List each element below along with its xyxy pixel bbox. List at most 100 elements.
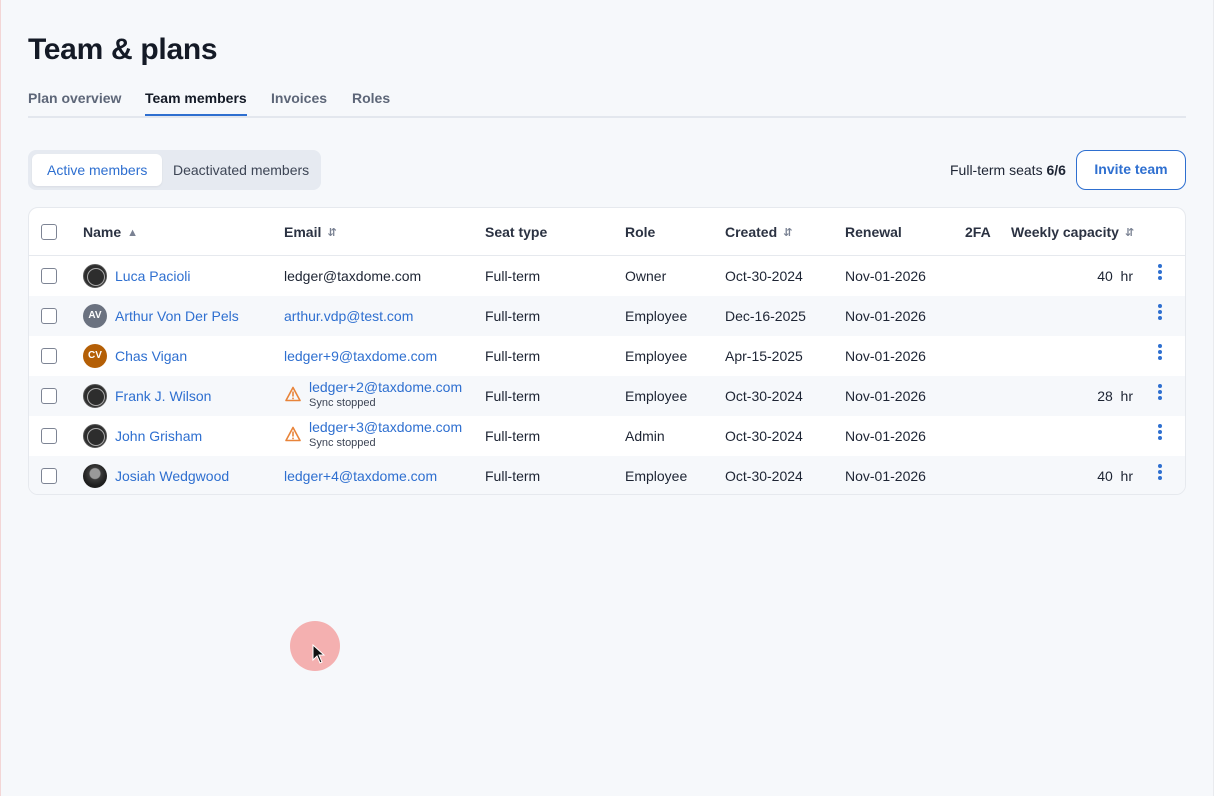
- member-role: Employee: [625, 348, 688, 364]
- avatar: CV: [83, 344, 107, 368]
- seat-counter: Full-term seats 6/6: [950, 162, 1066, 178]
- capacity-unit: hr: [1120, 268, 1133, 284]
- member-role: Employee: [625, 308, 688, 324]
- mouse-cursor-icon: [312, 644, 326, 664]
- column-renewal: Renewal: [845, 224, 902, 240]
- renewal-date: Nov-01-2026: [845, 348, 926, 364]
- tab-roles[interactable]: Roles: [352, 90, 390, 116]
- renewal-date: Nov-01-2026: [845, 468, 926, 484]
- row-checkbox[interactable]: [41, 388, 57, 404]
- member-email[interactable]: ledger+9@taxdome.com: [284, 348, 437, 364]
- member-name[interactable]: John Grisham: [115, 428, 202, 444]
- member-role: Employee: [625, 468, 688, 484]
- select-all-checkbox[interactable]: [41, 224, 57, 240]
- kebab-menu-icon[interactable]: [1155, 384, 1165, 404]
- warning-icon: [285, 386, 301, 402]
- member-role: Admin: [625, 428, 665, 444]
- row-checkbox[interactable]: [41, 268, 57, 284]
- active-members-button[interactable]: Active members: [32, 154, 163, 186]
- tab-bar: Plan overview Team members Invoices Role…: [28, 82, 1186, 118]
- capacity-unit: hr: [1120, 388, 1133, 404]
- row-checkbox[interactable]: [41, 468, 57, 484]
- warning-icon: [285, 426, 301, 442]
- seat-type: Full-term: [485, 268, 541, 284]
- weekly-capacity: 28 hr: [1097, 388, 1133, 404]
- renewal-date: Nov-01-2026: [845, 268, 926, 284]
- capacity-value: 40: [1097, 468, 1113, 484]
- tab-team-members[interactable]: Team members: [145, 90, 247, 116]
- column-created[interactable]: Created ⇵: [725, 224, 792, 240]
- table-row[interactable]: John Grisham ledger+3@taxdome.com Sync s…: [29, 416, 1185, 456]
- column-created-label: Created: [725, 224, 778, 240]
- member-email: ledger@taxdome.com: [284, 268, 422, 284]
- seat-counter-label: Full-term seats: [950, 162, 1043, 178]
- tab-invoices[interactable]: Invoices: [271, 90, 327, 116]
- seat-type: Full-term: [485, 388, 541, 404]
- member-email[interactable]: ledger+2@taxdome.com: [309, 379, 462, 395]
- row-checkbox[interactable]: [41, 348, 57, 364]
- member-name[interactable]: Luca Pacioli: [115, 268, 191, 284]
- column-weekly-capacity[interactable]: Weekly capacity ⇵: [1011, 224, 1134, 240]
- avatar: AV: [83, 304, 107, 328]
- column-2fa: 2FA: [965, 224, 991, 240]
- kebab-menu-icon[interactable]: [1155, 424, 1165, 444]
- member-status-toggle: Active members Deactivated members: [28, 150, 321, 190]
- created-date: Oct-30-2024: [725, 388, 803, 404]
- table-row[interactable]: AV Arthur Von Der Pels arthur.vdp@test.c…: [29, 296, 1185, 336]
- sort-asc-icon: ▲: [127, 227, 139, 239]
- table-row[interactable]: Frank J. Wilson ledger+2@taxdome.com Syn…: [29, 376, 1185, 416]
- avatar-logo: [83, 384, 107, 408]
- column-email-label: Email: [284, 224, 322, 240]
- sort-icon: ⇵: [1124, 227, 1135, 239]
- created-date: Dec-16-2025: [725, 308, 806, 324]
- table-header: Name ▲ Email ⇵ Seat type Role Created ⇵ Ren…: [29, 208, 1185, 256]
- table-row[interactable]: Josiah Wedgwood ledger+4@taxdome.com Ful…: [29, 456, 1185, 494]
- weekly-capacity: 40 hr: [1097, 268, 1133, 284]
- member-name[interactable]: Arthur Von Der Pels: [115, 308, 239, 324]
- column-email[interactable]: Email ⇵: [284, 224, 337, 240]
- capacity-unit: hr: [1120, 468, 1133, 484]
- seat-type: Full-term: [485, 468, 541, 484]
- member-name[interactable]: Josiah Wedgwood: [115, 468, 229, 484]
- member-email[interactable]: ledger+3@taxdome.com: [309, 419, 462, 435]
- seat-type: Full-term: [485, 308, 541, 324]
- table-row[interactable]: CV Chas Vigan ledger+9@taxdome.com Full-…: [29, 336, 1185, 376]
- column-seat-type: Seat type: [485, 224, 548, 240]
- capacity-value: 28: [1097, 388, 1113, 404]
- sync-status: Sync stopped: [309, 437, 376, 449]
- kebab-menu-icon[interactable]: [1155, 264, 1165, 284]
- column-name-label: Name: [83, 224, 122, 240]
- tab-plan-overview[interactable]: Plan overview: [28, 90, 121, 116]
- avatar: [83, 464, 107, 488]
- created-date: Apr-15-2025: [725, 348, 803, 364]
- member-name[interactable]: Frank J. Wilson: [115, 388, 211, 404]
- kebab-menu-icon[interactable]: [1155, 344, 1165, 364]
- column-capacity-label: Weekly capacity: [1011, 224, 1119, 240]
- created-date: Oct-30-2024: [725, 268, 803, 284]
- renewal-date: Nov-01-2026: [845, 388, 926, 404]
- weekly-capacity: 40 hr: [1097, 468, 1133, 484]
- seat-type: Full-term: [485, 348, 541, 364]
- members-table: Name ▲ Email ⇵ Seat type Role Created ⇵ Ren…: [28, 207, 1186, 495]
- sort-icon: ⇵: [327, 227, 337, 239]
- member-role: Owner: [625, 268, 667, 284]
- member-name[interactable]: Chas Vigan: [115, 348, 187, 364]
- row-checkbox[interactable]: [41, 308, 57, 324]
- member-email[interactable]: ledger+4@taxdome.com: [284, 468, 437, 484]
- seat-type: Full-term: [485, 428, 541, 444]
- created-date: Oct-30-2024: [725, 428, 803, 444]
- row-checkbox[interactable]: [41, 428, 57, 444]
- sort-icon: ⇵: [783, 227, 793, 239]
- member-role: Employee: [625, 388, 688, 404]
- table-row[interactable]: Luca Pacioli ledger@taxdome.com Full-ter…: [29, 256, 1185, 296]
- member-email[interactable]: arthur.vdp@test.com: [284, 308, 413, 324]
- invite-team-button[interactable]: Invite team: [1076, 150, 1186, 190]
- kebab-menu-icon[interactable]: [1155, 464, 1165, 484]
- avatar-logo: [83, 264, 107, 288]
- sync-status: Sync stopped: [309, 397, 376, 409]
- column-name[interactable]: Name ▲: [83, 224, 138, 240]
- created-date: Oct-30-2024: [725, 468, 803, 484]
- deactivated-members-button[interactable]: Deactivated members: [158, 154, 324, 186]
- kebab-menu-icon[interactable]: [1155, 304, 1165, 324]
- seat-counter-value: 6/6: [1046, 162, 1066, 178]
